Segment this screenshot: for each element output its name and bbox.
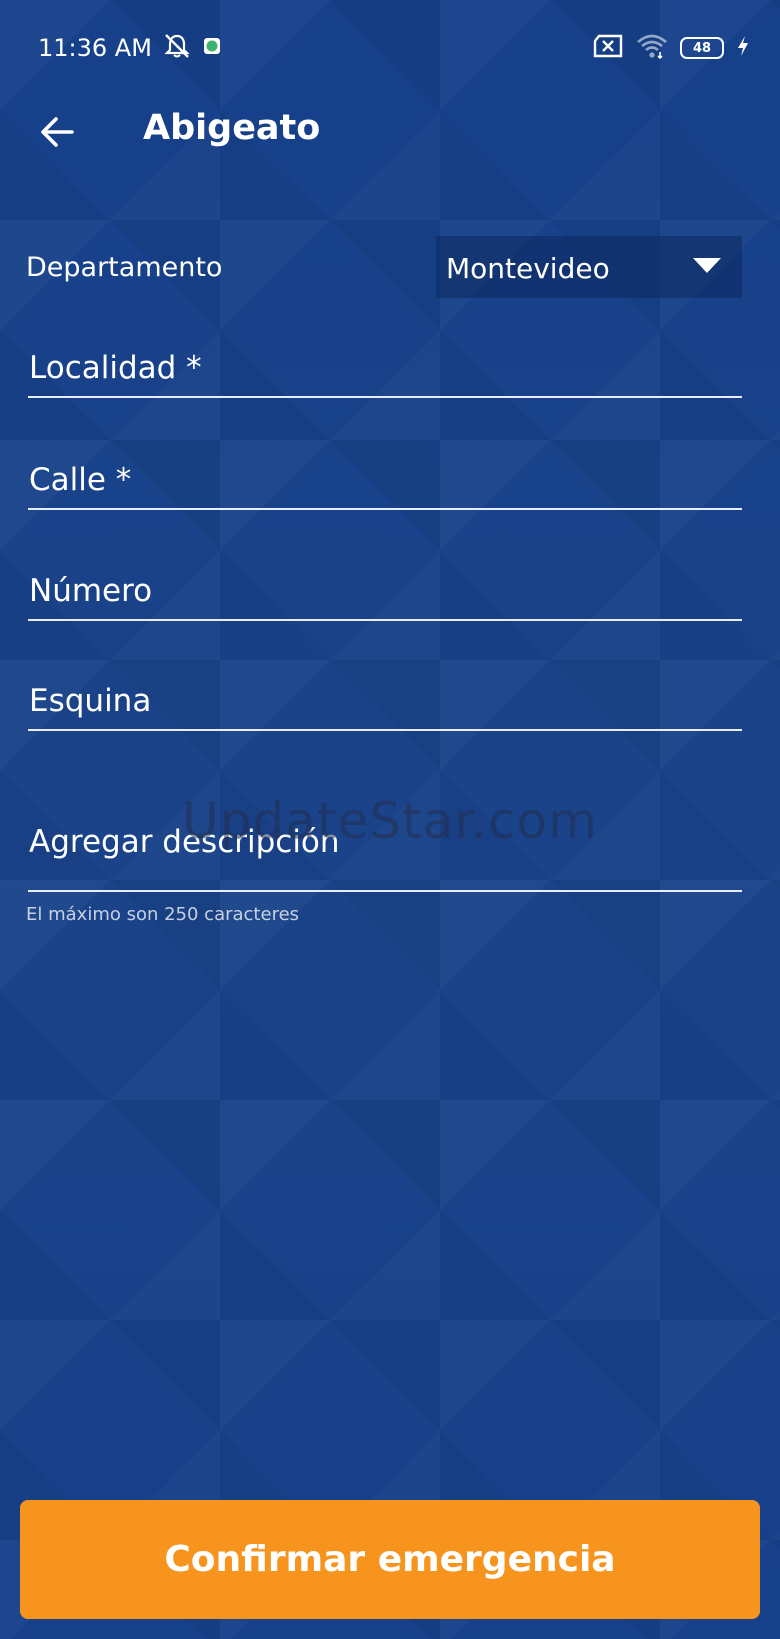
esquina-field[interactable]: Esquina (28, 673, 742, 731)
descripcion-placeholder: Agregar descripción (29, 824, 340, 860)
charging-icon (736, 35, 750, 61)
mute-bell-icon (162, 32, 192, 64)
sim-x-icon (592, 34, 624, 62)
descripcion-helper-text: El máximo son 250 caracteres (26, 904, 300, 925)
app-notification-icon (202, 36, 222, 60)
arrow-left-icon (41, 117, 74, 147)
status-time: 11:36 AM (38, 34, 152, 62)
departamento-dropdown[interactable]: Montevideo (436, 236, 742, 298)
status-bar: 11:36 AM 48 (38, 28, 750, 68)
wifi-icon (636, 33, 668, 63)
calle-placeholder: Calle * (29, 462, 132, 498)
numero-placeholder: Número (29, 573, 153, 609)
back-button[interactable] (38, 112, 78, 152)
descripcion-field[interactable]: Agregar descripción (28, 808, 742, 892)
page-title: Abigeato (143, 108, 321, 148)
localidad-placeholder: Localidad * (29, 350, 202, 386)
calle-field[interactable]: Calle * (28, 452, 742, 510)
departamento-row: Departamento Montevideo (26, 236, 742, 298)
departamento-selected-value: Montevideo (446, 252, 610, 285)
battery-icon: 48 (680, 37, 724, 59)
departamento-label: Departamento (26, 252, 223, 283)
numero-field[interactable]: Número (28, 563, 742, 621)
confirm-emergency-button[interactable]: Confirmar emergencia (20, 1500, 760, 1619)
caret-down-icon (692, 256, 722, 278)
app-bar: Abigeato (0, 100, 780, 166)
esquina-placeholder: Esquina (29, 683, 152, 719)
localidad-field[interactable]: Localidad * (28, 340, 742, 398)
